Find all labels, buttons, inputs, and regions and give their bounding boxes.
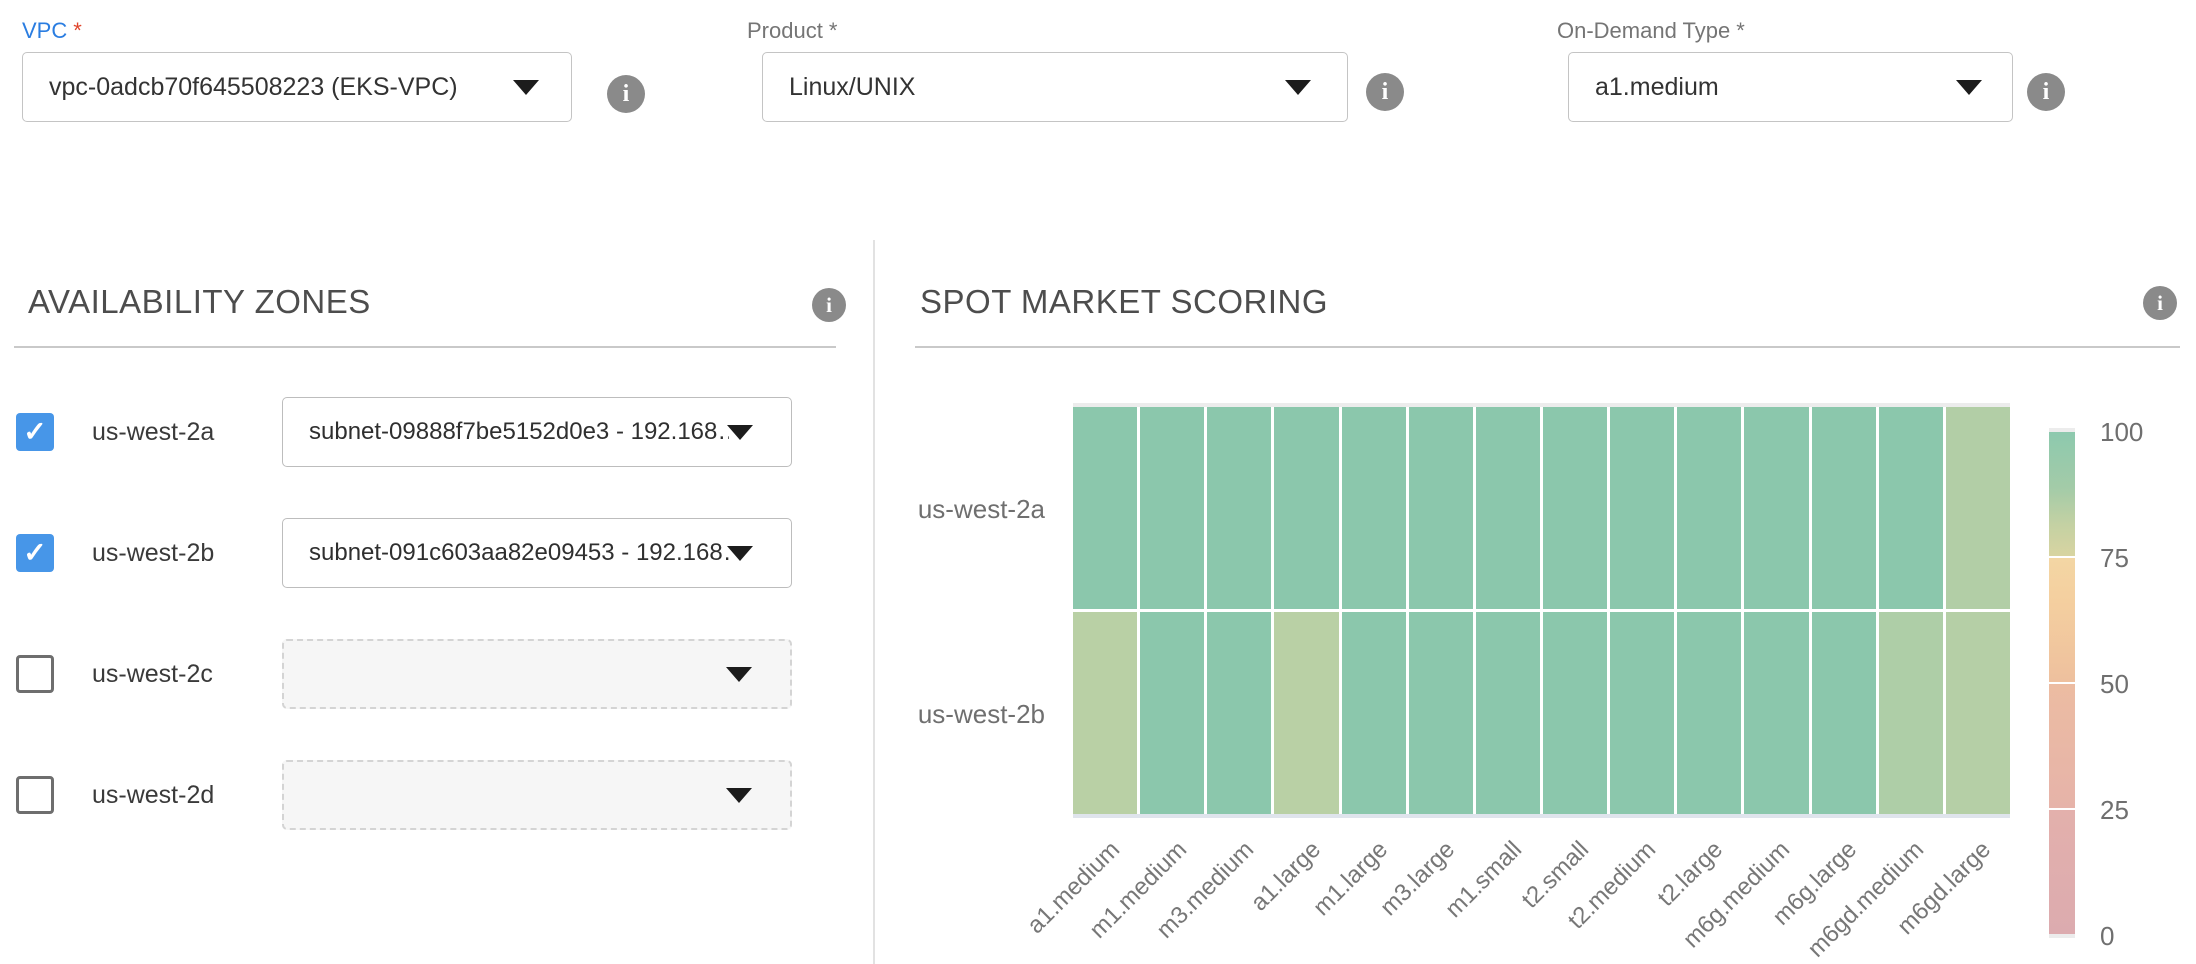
heatmap-cell-us-west-2a-t2.large[interactable] bbox=[1677, 407, 1741, 609]
panel-divider bbox=[873, 240, 875, 964]
colorbar-tick-25: 25 bbox=[2100, 794, 2180, 826]
chevron-down-icon bbox=[513, 80, 539, 95]
on-demand-type-required-asterisk: * bbox=[1736, 18, 1745, 43]
heatmap-colorbar bbox=[2049, 428, 2075, 938]
heatmap-cell-us-west-2a-m6g.medium[interactable] bbox=[1744, 407, 1808, 609]
heatmap-cell-us-west-2b-m6gd.large[interactable] bbox=[1946, 612, 2010, 814]
az-checkbox-us-west-2c[interactable] bbox=[16, 655, 54, 693]
heatmap-cell-us-west-2b-a1.large[interactable] bbox=[1274, 612, 1338, 814]
availability-zones-info-icon[interactable]: i bbox=[812, 288, 846, 322]
availability-zones-title: AVAILABILITY ZONES bbox=[28, 283, 371, 321]
heatmap-cell-us-west-2a-m6gd.large[interactable] bbox=[1946, 407, 2010, 609]
az-zone-label: us-west-2a bbox=[92, 416, 214, 448]
heatmap-cell-us-west-2b-t2.small[interactable] bbox=[1543, 612, 1607, 814]
chevron-down-icon bbox=[726, 788, 752, 803]
spot-market-scoring-title: SPOT MARKET SCORING bbox=[920, 283, 1328, 321]
heatmap-cell-us-west-2a-m3.large[interactable] bbox=[1409, 407, 1473, 609]
chevron-down-icon bbox=[727, 425, 753, 440]
heatmap-cell-us-west-2a-m1.medium[interactable] bbox=[1140, 407, 1204, 609]
az-subnet-select-us-west-2b[interactable]: subnet-091c603aa82e09453 - 192.168… bbox=[282, 518, 792, 588]
product-label-text: Product bbox=[747, 18, 823, 43]
heatmap-cell-us-west-2b-m6gd.medium[interactable] bbox=[1879, 612, 1943, 814]
chevron-down-icon bbox=[727, 546, 753, 561]
heatmap-cell-us-west-2a-a1.large[interactable] bbox=[1274, 407, 1338, 609]
colorbar-segment-25-0 bbox=[2049, 810, 2075, 934]
spot-market-heatmap bbox=[1073, 403, 2010, 818]
heatmap-cell-us-west-2a-m3.medium[interactable] bbox=[1207, 407, 1271, 609]
colorbar-tick-50: 50 bbox=[2100, 668, 2180, 700]
az-subnet-select-us-west-2a[interactable]: subnet-09888f7be5152d0e3 - 192.168… bbox=[282, 397, 792, 467]
chevron-down-icon bbox=[726, 667, 752, 682]
spot-market-scoring-divider bbox=[915, 346, 2180, 348]
heatmap-cell-us-west-2a-m1.small[interactable] bbox=[1476, 407, 1540, 609]
heatmap-cell-us-west-2b-m1.small[interactable] bbox=[1476, 612, 1540, 814]
heatmap-cell-us-west-2b-m6g.large[interactable] bbox=[1812, 612, 1876, 814]
product-info-icon[interactable]: i bbox=[1366, 73, 1404, 111]
az-subnet-select-us-west-2c[interactable] bbox=[282, 639, 792, 709]
vpc-label: VPC* bbox=[22, 18, 82, 44]
colorbar-tick-100: 100 bbox=[2100, 416, 2180, 448]
vpc-select[interactable]: vpc-0adcb70f645508223 (EKS-VPC) bbox=[22, 52, 572, 122]
on-demand-type-select-value: a1.medium bbox=[1569, 73, 1719, 102]
az-zone-label: us-west-2d bbox=[92, 779, 214, 811]
vpc-label-text: VPC bbox=[22, 18, 67, 43]
on-demand-type-select[interactable]: a1.medium bbox=[1568, 52, 2013, 122]
product-label: Product* bbox=[747, 18, 837, 44]
heatmap-cell-us-west-2b-m3.large[interactable] bbox=[1409, 612, 1473, 814]
heatmap-cell-us-west-2a-m6g.large[interactable] bbox=[1812, 407, 1876, 609]
heatmap-cell-us-west-2b-m3.medium[interactable] bbox=[1207, 612, 1271, 814]
on-demand-type-label-text: On-Demand Type bbox=[1557, 18, 1730, 43]
heatmap-cell-us-west-2b-a1.medium[interactable] bbox=[1073, 612, 1137, 814]
vpc-info-icon[interactable]: i bbox=[607, 75, 645, 113]
colorbar-segment-50-25 bbox=[2049, 684, 2075, 808]
heatmap-cell-us-west-2b-t2.medium[interactable] bbox=[1610, 612, 1674, 814]
heatmap-cell-us-west-2b-t2.large[interactable] bbox=[1677, 612, 1741, 814]
heatmap-cell-us-west-2a-t2.medium[interactable] bbox=[1610, 407, 1674, 609]
az-subnet-select-us-west-2d[interactable] bbox=[282, 760, 792, 830]
colorbar-tick-75: 75 bbox=[2100, 542, 2180, 574]
on-demand-type-info-icon[interactable]: i bbox=[2027, 73, 2065, 111]
spot-market-scoring-info-icon[interactable]: i bbox=[2143, 286, 2177, 320]
heatmap-cell-us-west-2b-m1.large[interactable] bbox=[1342, 612, 1406, 814]
colorbar-tick-0: 0 bbox=[2100, 920, 2180, 952]
vpc-required-asterisk: * bbox=[73, 18, 82, 43]
az-checkbox-us-west-2b[interactable]: ✓ bbox=[16, 534, 54, 572]
az-subnet-value: subnet-091c603aa82e09453 - 192.168… bbox=[283, 539, 729, 567]
az-checkbox-us-west-2d[interactable] bbox=[16, 776, 54, 814]
product-select[interactable]: Linux/UNIX bbox=[762, 52, 1348, 122]
product-required-asterisk: * bbox=[829, 18, 838, 43]
heatmap-cell-us-west-2a-m1.large[interactable] bbox=[1342, 407, 1406, 609]
az-subnet-value: subnet-09888f7be5152d0e3 - 192.168… bbox=[283, 418, 729, 446]
az-checkbox-us-west-2a[interactable]: ✓ bbox=[16, 413, 54, 451]
chevron-down-icon bbox=[1285, 80, 1311, 95]
chevron-down-icon bbox=[1956, 80, 1982, 95]
colorbar-segment-75-50 bbox=[2049, 558, 2075, 682]
colorbar-segment-100-75 bbox=[2049, 432, 2075, 556]
heatmap-cell-us-west-2b-m1.medium[interactable] bbox=[1140, 612, 1204, 814]
heatmap-y-label: us-west-2b bbox=[880, 698, 1045, 730]
heatmap-cell-us-west-2b-m6g.medium[interactable] bbox=[1744, 612, 1808, 814]
heatmap-cell-us-west-2a-m6gd.medium[interactable] bbox=[1879, 407, 1943, 609]
heatmap-y-label: us-west-2a bbox=[880, 493, 1045, 525]
heatmap-grid bbox=[1073, 407, 2010, 814]
az-zone-label: us-west-2c bbox=[92, 658, 213, 690]
az-zone-label: us-west-2b bbox=[92, 537, 214, 569]
product-select-value: Linux/UNIX bbox=[763, 73, 915, 102]
heatmap-cell-us-west-2a-a1.medium[interactable] bbox=[1073, 407, 1137, 609]
on-demand-type-label: On-Demand Type* bbox=[1557, 18, 1745, 44]
heatmap-cell-us-west-2a-t2.small[interactable] bbox=[1543, 407, 1607, 609]
availability-zones-divider bbox=[14, 346, 836, 348]
vpc-select-value: vpc-0adcb70f645508223 (EKS-VPC) bbox=[23, 73, 458, 102]
